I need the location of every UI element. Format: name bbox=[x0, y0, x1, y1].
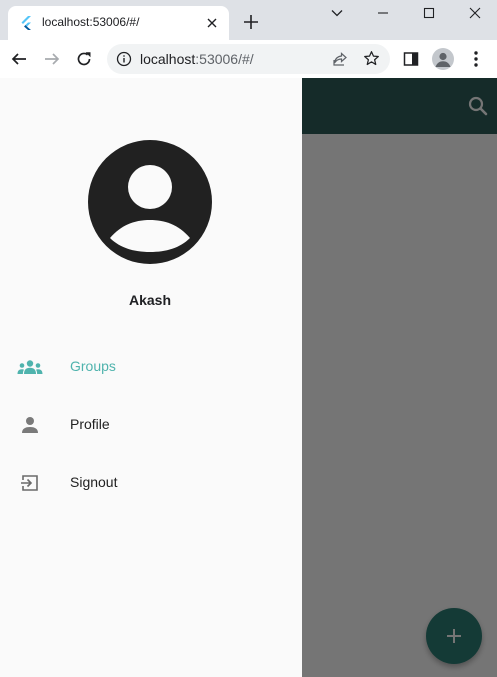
address-host: localhost bbox=[140, 51, 196, 67]
reload-icon[interactable] bbox=[73, 48, 95, 70]
address-path: :53006/#/ bbox=[195, 51, 254, 67]
browser-toolbar: localhost:53006/#/ bbox=[0, 40, 497, 78]
address-bar[interactable]: localhost:53006/#/ bbox=[107, 44, 390, 74]
browser-menu-kebab-icon[interactable] bbox=[465, 48, 487, 70]
side-panel-icon[interactable] bbox=[400, 48, 422, 70]
tab-search-chevron-icon[interactable] bbox=[315, 0, 359, 26]
tab-title: localhost:53006/#/ bbox=[42, 15, 140, 29]
new-tab-plus-icon[interactable] bbox=[241, 12, 261, 32]
navigation-drawer: Akash Groups Profile Signout bbox=[0, 78, 302, 677]
site-info-icon[interactable] bbox=[116, 51, 132, 67]
tab-close-icon[interactable] bbox=[203, 14, 221, 32]
drawer-item-label: Signout bbox=[70, 474, 118, 490]
user-name: Akash bbox=[128, 292, 172, 308]
back-arrow-icon[interactable] bbox=[8, 48, 30, 70]
minimize-icon[interactable] bbox=[361, 0, 405, 26]
window-close-icon[interactable] bbox=[453, 0, 497, 26]
flutter-favicon-icon bbox=[21, 16, 31, 30]
drawer-item-profile[interactable]: Profile bbox=[0, 396, 302, 454]
account-circle-icon bbox=[88, 140, 212, 264]
maximize-icon[interactable] bbox=[407, 0, 451, 26]
logout-icon bbox=[17, 471, 43, 495]
drawer-item-label: Groups bbox=[70, 358, 116, 374]
browser-tab-strip: localhost:53006/#/ bbox=[0, 0, 497, 40]
groups-icon bbox=[17, 355, 43, 379]
bookmark-star-icon[interactable] bbox=[363, 50, 380, 67]
profile-avatar-icon[interactable] bbox=[432, 48, 454, 70]
browser-tab[interactable]: localhost:53006/#/ bbox=[8, 6, 229, 40]
drawer-item-groups[interactable]: Groups bbox=[0, 338, 302, 396]
drawer-item-signout[interactable]: Signout bbox=[0, 454, 302, 512]
forward-arrow-icon[interactable] bbox=[41, 48, 63, 70]
person-icon bbox=[17, 413, 43, 437]
drawer-item-label: Profile bbox=[70, 416, 110, 432]
app-viewport: Akash Groups Profile Signout bbox=[0, 78, 497, 677]
address-url[interactable]: localhost:53006/#/ bbox=[140, 51, 254, 67]
share-icon[interactable] bbox=[332, 51, 348, 67]
